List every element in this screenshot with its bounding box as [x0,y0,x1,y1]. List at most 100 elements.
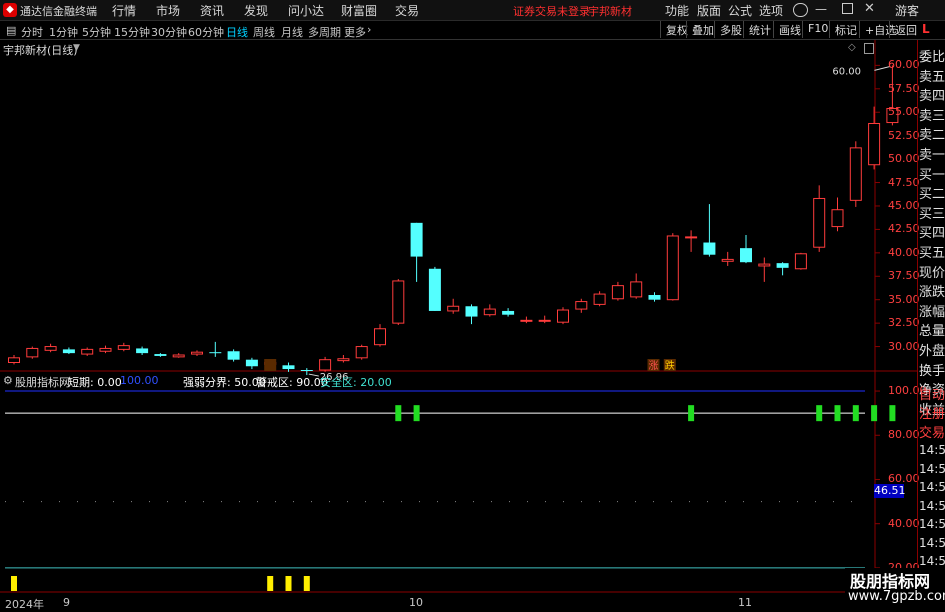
price-tick-label: 52.50 [888,128,920,142]
candle-body [319,359,332,371]
signal-bar-green [834,405,841,422]
candle-body [849,147,862,201]
quote-panel-item: 委比 [919,50,945,65]
candle-body [740,248,752,263]
quote-panel-item: 买五 [919,246,945,261]
price-tick-label: 35.00 [888,292,920,306]
indicator-name[interactable]: 股朋指标网 [15,374,70,390]
quote-panel-item: 卖三 [919,108,945,124]
ind-tick-label: 40.00 [888,516,920,530]
tick-time: 14:5 [919,535,945,550]
marker-rise: 涨 [649,360,659,372]
current-value-box: 46.51 [874,484,906,498]
candle-body [575,301,588,310]
candle-body [557,309,569,323]
candle-body [648,295,661,300]
quote-panel-item: 卖一 [919,148,945,163]
candle-body [209,352,222,354]
candle-body [26,347,39,358]
price-tick-label: 55.00 [888,105,920,119]
price-tick-label: 57.50 [888,81,920,95]
safe-zone-label: 安全区: 20.00 [320,376,392,389]
signal-bar-yellow [11,576,17,591]
tick-time: 14:5 [919,498,945,513]
x-label-sep: 9 [63,596,70,609]
candle-body [593,293,606,305]
price-tick-label: 50.00 [888,152,920,166]
tick-time: 14:5 [919,443,945,457]
signal-bar-green [413,405,420,422]
alert-zone-label: 警戒区: 90.00 [256,376,328,389]
quote-panel-item[interactable]: 自动 [919,384,945,403]
tick-time: 14:5 [919,517,945,531]
candle-body [465,306,478,317]
candle-body [611,285,624,300]
candle-body [794,253,807,270]
quote-panel-item[interactable]: 交易 [919,422,945,441]
signal-bar-green [871,405,878,422]
quote-panel-item: 买一 [919,167,945,183]
kline-chart[interactable]: 60.0026.96涨跌 [0,0,945,609]
candle-body [831,209,844,228]
quote-panel-item: 现价 [919,265,945,281]
quote-panel-item: 买三 [919,206,945,222]
tick-time: 14:5 [919,554,945,568]
candle-body [227,351,240,360]
candle-body [172,354,185,358]
tick-time: 14:5 [919,480,945,494]
strength-line-label: 强弱分界: 50.00 [183,376,266,389]
quote-panel-item: 外盘 [919,344,945,359]
ind-tick-label: 80.00 [888,428,920,442]
indicator-settings-icon[interactable]: ⚙ [3,374,13,387]
candle-body [410,222,423,257]
price-tick-label: 40.00 [888,245,920,259]
candle-body [721,258,734,262]
x-label-year: 2024年 [5,598,44,611]
candle-body [81,348,94,355]
candle-body [62,349,75,354]
short-term-label: 短期: 0.00 [68,376,122,389]
candle-body [117,345,130,350]
candle-body [538,319,551,322]
candle-body [282,365,295,370]
candle-body [813,197,826,248]
price-tick-label: 32.50 [888,316,920,330]
candle-body [502,310,515,315]
candle-body [8,357,20,364]
candle-body [428,268,441,311]
signal-bar-yellow [285,576,292,591]
candle-body [392,280,405,324]
quote-panel-item: 卖五 [919,69,945,85]
signal-bar-green [889,405,896,422]
quote-panel-item[interactable]: 注册 [919,403,945,422]
candle-body [666,235,679,301]
quote-panel-item: 卖二 [919,128,945,144]
candle-body [685,236,698,239]
signal-bar-green [395,405,402,422]
quote-panel-item: 总量 [919,324,945,340]
candle-body [776,263,789,268]
candle-body [374,328,386,346]
candle-body [447,305,460,312]
signal-bar-green [852,405,859,422]
candle-body [630,281,643,298]
marker-bg [264,359,277,371]
x-label-oct: 10 [409,596,423,609]
candle-body [136,348,149,354]
high-label: 60.00 [832,66,861,77]
candle-body [99,347,112,352]
long-term-label: 100.00 [120,374,159,387]
candle-body [355,346,368,359]
candle-body [483,308,496,316]
quote-panel-item: 涨跌 [919,285,945,301]
marker-fall: 跌 [665,359,675,372]
signal-bar-green [816,405,823,422]
quote-panel-item: 卖四 [919,89,945,105]
candle-body [44,346,57,351]
candle-body [868,122,881,166]
candle-body [300,370,313,371]
price-tick-label: 47.50 [888,175,920,189]
candle-body [245,359,258,367]
quote-panel-item: 涨幅 [919,304,945,320]
signal-bar-yellow [303,576,310,591]
